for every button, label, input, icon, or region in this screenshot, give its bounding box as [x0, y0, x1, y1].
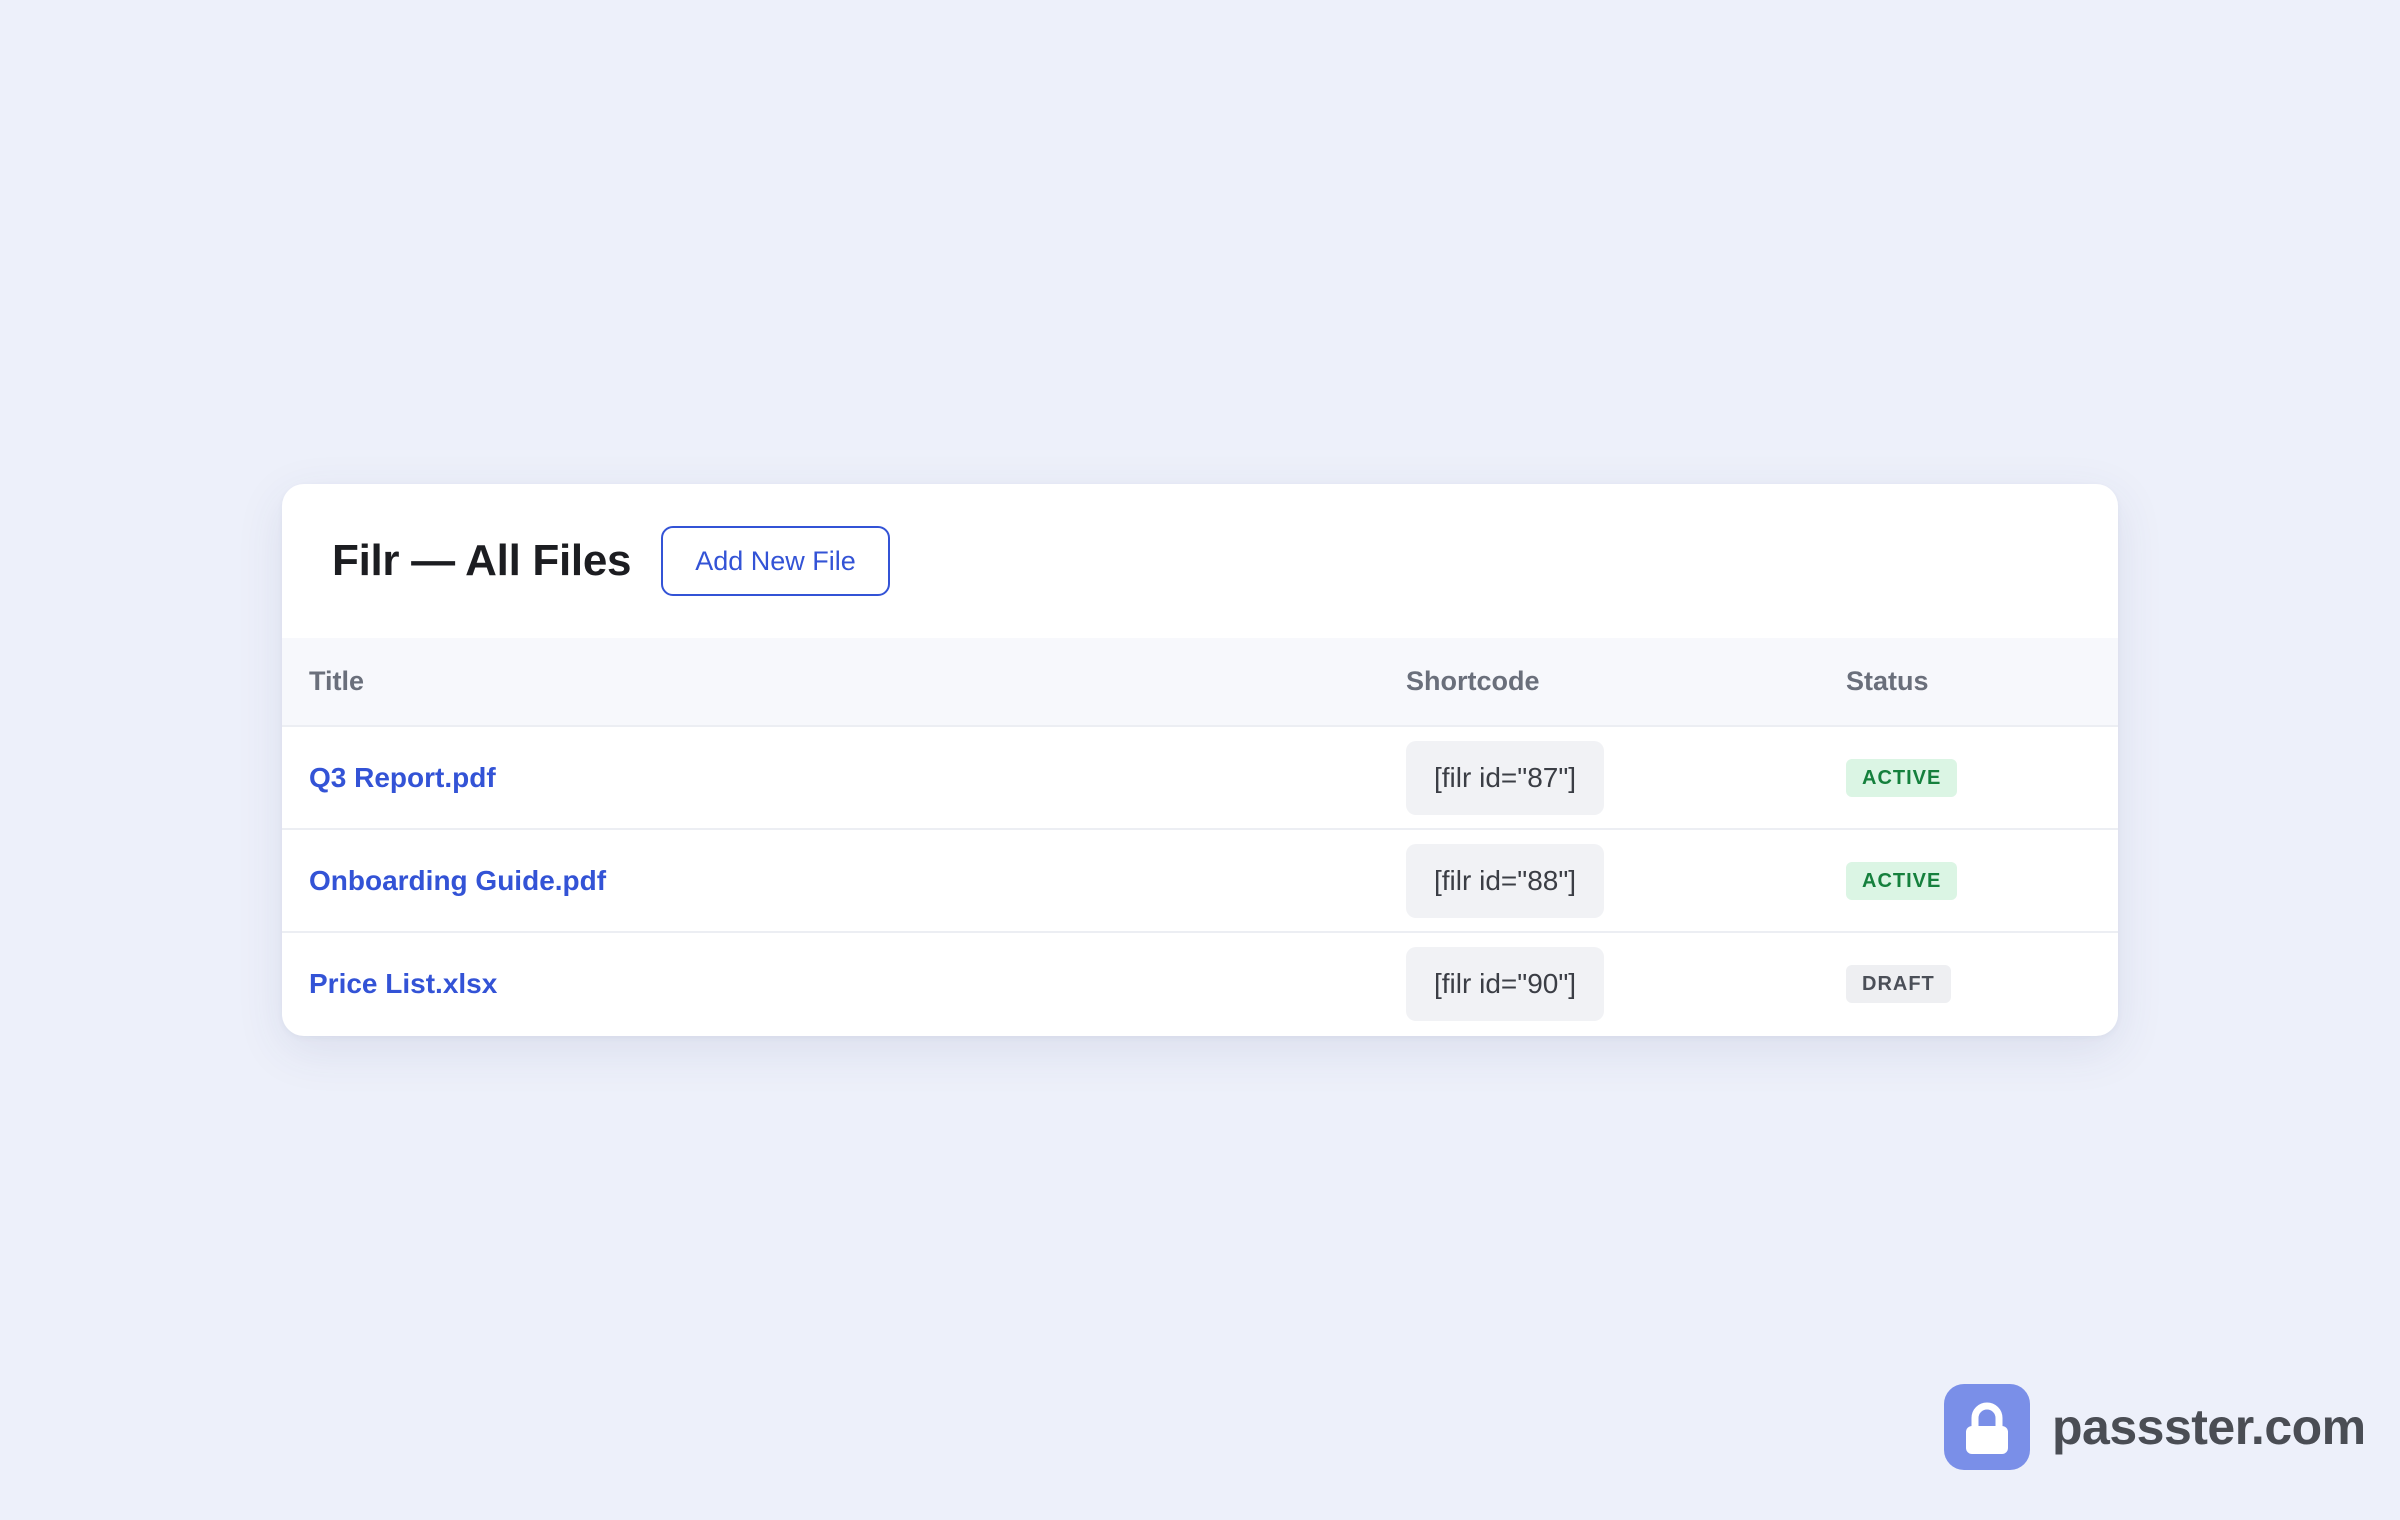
files-card: Filr — All Files Add New File Title Shor…	[282, 484, 2118, 1036]
status-badge: DRAFT	[1846, 965, 1951, 1003]
add-new-file-button[interactable]: Add New File	[661, 526, 890, 596]
column-header-title[interactable]: Title	[282, 638, 1406, 727]
column-header-status: Status	[1846, 638, 2118, 727]
page-title: Filr — All Files	[332, 536, 632, 585]
shortcode-field[interactable]: [filr id="88"]	[1406, 843, 1605, 918]
lock-icon	[1944, 1384, 2030, 1470]
file-title-link[interactable]: Price List.xlsx	[309, 968, 497, 999]
files-table: Title Shortcode Status Q3 Report.pdf [fi…	[282, 638, 2118, 1035]
status-badge: ACTIVE	[1846, 758, 1958, 797]
shortcode-field[interactable]: [filr id="87"]	[1406, 740, 1605, 815]
table-row: Q3 Report.pdf [filr id="87"] ACTIVE	[282, 726, 2118, 829]
table-row: Onboarding Guide.pdf [filr id="88"] ACTI…	[282, 829, 2118, 932]
column-header-shortcode: Shortcode	[1406, 638, 1846, 727]
card-header: Filr — All Files Add New File	[282, 484, 2118, 638]
shortcode-field[interactable]: [filr id="90"]	[1406, 947, 1605, 1021]
brand-watermark: passster.com	[1944, 1384, 2366, 1470]
status-badge: ACTIVE	[1846, 861, 1958, 900]
table-row: Price List.xlsx [filr id="90"] DRAFT	[282, 932, 2118, 1035]
table-header-row: Title Shortcode Status	[282, 638, 2118, 727]
file-title-link[interactable]: Onboarding Guide.pdf	[309, 865, 606, 896]
brand-name: passster.com	[2052, 1399, 2366, 1455]
file-title-link[interactable]: Q3 Report.pdf	[309, 762, 496, 793]
